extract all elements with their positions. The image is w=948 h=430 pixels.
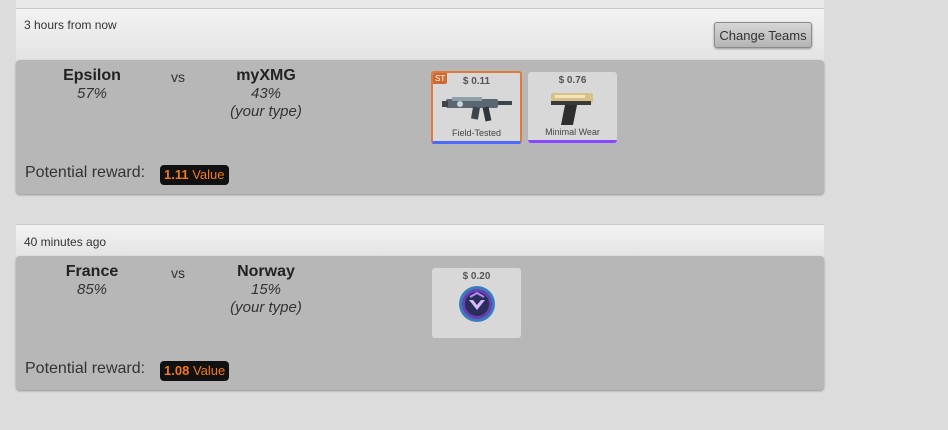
team-1[interactable]: Epsilon 57% bbox=[22, 67, 162, 103]
match-header: 40 minutes ago bbox=[16, 224, 824, 257]
item-wear: Field-Tested bbox=[451, 128, 502, 138]
match-time: 3 hours from now bbox=[24, 18, 117, 32]
match-card: Epsilon 57% vs myXMG 43% (your type) ST … bbox=[16, 60, 824, 194]
bet-item[interactable]: $ 0.20 bbox=[432, 268, 521, 338]
team-2-percentage: 15% bbox=[250, 281, 282, 298]
match-header: 3 hours from now Change Teams bbox=[16, 8, 824, 61]
match-block: 40 minutes ago France 85% vs Norway 15% … bbox=[16, 224, 824, 394]
reward-label: Potential reward: bbox=[25, 164, 146, 181]
team-2-name: Norway bbox=[237, 263, 295, 280]
reward-value-badge: 1.08 Value bbox=[160, 361, 230, 381]
team-1[interactable]: France 85% bbox=[22, 263, 162, 299]
team-1-name: France bbox=[65, 263, 119, 280]
match-block: 3 hours from now Change Teams Epsilon 57… bbox=[16, 8, 824, 198]
reward-value: 1.11 bbox=[164, 167, 189, 182]
change-teams-button[interactable]: Change Teams bbox=[714, 22, 812, 48]
vs-label: vs bbox=[171, 265, 185, 281]
item-price: $ 0.20 bbox=[462, 271, 491, 282]
team-2-name: myXMG bbox=[236, 67, 296, 84]
match-time: 40 minutes ago bbox=[24, 235, 107, 249]
team-2[interactable]: myXMG 43% (your type) bbox=[196, 67, 336, 121]
reward-value-badge: 1.11 Value bbox=[160, 165, 229, 185]
reward-value: 1.08 bbox=[164, 363, 190, 378]
reward-label: Potential reward: bbox=[25, 360, 146, 377]
your-type-note: (your type) bbox=[230, 103, 302, 120]
pistol-icon bbox=[528, 84, 617, 128]
case-key-icon bbox=[432, 282, 521, 326]
vs-label: vs bbox=[171, 69, 185, 85]
item-wear: Minimal Wear bbox=[545, 127, 600, 137]
bet-item[interactable]: $ 0.76 Minimal Wear bbox=[528, 72, 617, 143]
team-1-percentage: 57% bbox=[76, 85, 108, 102]
reward-unit: Value bbox=[192, 363, 226, 378]
your-type-note: (your type) bbox=[230, 299, 302, 316]
match-card: France 85% vs Norway 15% (your type) $ 0… bbox=[16, 256, 824, 390]
bet-item[interactable]: ST $ 0.11 Field-Tested bbox=[431, 71, 522, 144]
team-2[interactable]: Norway 15% (your type) bbox=[196, 263, 336, 317]
team-1-name: Epsilon bbox=[63, 67, 121, 84]
team-2-percentage: 43% bbox=[250, 85, 282, 102]
team-1-percentage: 85% bbox=[76, 281, 108, 298]
smg-icon bbox=[433, 85, 520, 129]
reward-unit: Value bbox=[192, 167, 225, 182]
